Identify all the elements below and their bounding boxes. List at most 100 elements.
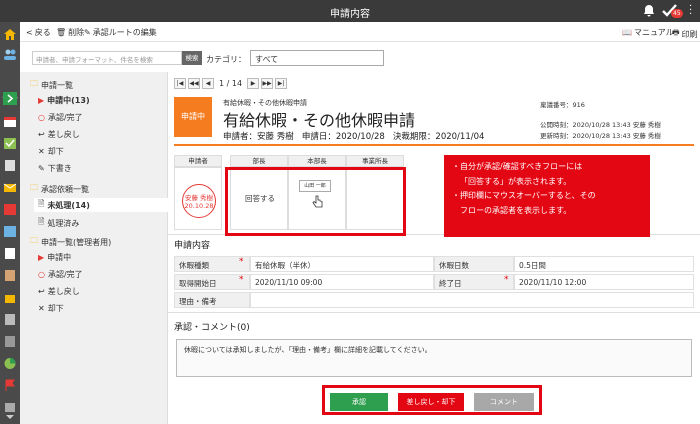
tree-group-admin[interactable]: 🗀 申請一覧(管理者用) bbox=[30, 235, 111, 249]
applicant: 申請者：安藤 秀樹 bbox=[223, 132, 294, 142]
search-button[interactable]: 検索 bbox=[182, 51, 202, 65]
comment-section-title: 承認・コメント(0) bbox=[174, 323, 250, 333]
bell-icon[interactable] bbox=[643, 4, 655, 17]
chart-pie-icon[interactable] bbox=[3, 357, 17, 370]
tree-item-processed[interactable]: 🗎 処理済み bbox=[38, 216, 79, 230]
tree-item-admin-pending[interactable]: ▶ 申請中 bbox=[38, 252, 71, 263]
folder-icon: 🗀 bbox=[30, 79, 38, 88]
printer-icon: 🖶 bbox=[672, 28, 680, 37]
request-detail-panel: |◀ ◀◀ ◀ 1 / 14 ▶ ▶▶ ▶| 申請中 有給休暇・その他休暇申請 … bbox=[168, 70, 700, 424]
stamp-date: 20.10.28 bbox=[184, 202, 214, 210]
files-icon[interactable] bbox=[3, 313, 17, 326]
page-title: 有給休暇・その他休暇申請 bbox=[223, 111, 416, 130]
next-page-button[interactable]: ▶ bbox=[247, 78, 260, 89]
flag-icon[interactable] bbox=[3, 379, 17, 392]
book-icon: 📖 bbox=[622, 28, 632, 37]
x-icon: ✕ bbox=[38, 147, 45, 156]
return-icon: ↩ bbox=[38, 287, 45, 296]
circle-icon: ○ bbox=[38, 270, 45, 279]
tree-item-label: 承認/完了 bbox=[47, 113, 83, 122]
workflow-icon[interactable] bbox=[3, 203, 17, 216]
print-button[interactable]: 🖶 印刷 bbox=[672, 27, 698, 41]
sidebar: 🗀 申請一覧 ▶ 申請中(13) ○ 承認/完了 ↩ 差し戻し ✕ 却下 ✎ 下書き 🗀 承認… bbox=[20, 72, 168, 424]
action-toolbar: < 戻る 🗑 削除 ✎ 承認ルートの編集 📖 マニュアル 🖶 印刷 bbox=[20, 22, 700, 42]
last-page-button[interactable]: ▶| bbox=[275, 78, 288, 89]
field-label: 理由・備考 bbox=[174, 292, 250, 308]
tree-item-unprocessed[interactable]: 🗎 未処理(14) bbox=[34, 198, 168, 212]
field-value: 2020/11/10 09:00 bbox=[250, 274, 434, 290]
route-header: 事業所長 bbox=[346, 155, 404, 167]
tree-item-admin-returned[interactable]: ↩ 差し戻し bbox=[38, 286, 80, 297]
title-divider bbox=[174, 144, 694, 146]
applicant-stamp-cell: 安藤 秀樹 20.10.28 bbox=[174, 167, 222, 230]
people-icon[interactable] bbox=[3, 48, 17, 61]
notes-icon[interactable] bbox=[3, 247, 17, 260]
window-title: 申請内容 bbox=[330, 9, 370, 20]
nav-expand-icon[interactable] bbox=[3, 92, 17, 105]
more-menu-icon[interactable]: · · · bbox=[689, 2, 693, 20]
pager: |◀ ◀◀ ◀ 1 / 14 ▶ ▶▶ ▶| bbox=[174, 78, 288, 89]
document-icon[interactable] bbox=[3, 159, 17, 172]
play-icon: ▶ bbox=[38, 253, 45, 262]
manual-button[interactable]: 📖 マニュアル bbox=[622, 27, 674, 38]
callout-line: フローの承認者を表示します。 bbox=[460, 205, 572, 215]
mail-icon[interactable] bbox=[3, 181, 17, 194]
deadline: 決裁期限：2020/11/04 bbox=[392, 132, 485, 142]
folder-icon: 🗀 bbox=[30, 236, 38, 245]
book-icon[interactable] bbox=[3, 269, 17, 282]
search-input[interactable]: 申請者、申請フォーマット、件名を検索 bbox=[32, 51, 182, 65]
tree-item-approved[interactable]: ○ 承認/完了 bbox=[38, 112, 83, 123]
field-value: 有給休暇（半休） bbox=[250, 256, 434, 272]
trash-icon: 🗑 bbox=[56, 28, 67, 37]
tree-item-label: 差し戻し bbox=[47, 287, 80, 296]
next-ten-button[interactable]: ▶▶ bbox=[261, 78, 274, 89]
tree-item-label: 差し戻し bbox=[47, 130, 80, 139]
category-select[interactable]: すべて bbox=[250, 50, 384, 66]
tree-group-requests[interactable]: 🗀 申請一覧 bbox=[30, 78, 73, 92]
delete-label: 削除 bbox=[68, 28, 85, 37]
inbox-icon: 🗎 bbox=[38, 199, 45, 208]
tree-item-admin-approved[interactable]: ○ 承認/完了 bbox=[38, 269, 83, 280]
comment-textarea[interactable]: 休暇については承知しましたが、「理由・備考」欄に詳細を記載してください。 bbox=[176, 339, 692, 377]
home-icon[interactable] bbox=[3, 28, 17, 41]
tree-group-approvals[interactable]: 🗀 承認依頼一覧 bbox=[30, 182, 89, 196]
tree-item-returned[interactable]: ↩ 差し戻し bbox=[38, 129, 80, 140]
calendar-icon[interactable] bbox=[3, 115, 17, 128]
edit-route-button[interactable]: ✎ 承認ルートの編集 bbox=[84, 27, 157, 38]
route-header: 部長 bbox=[230, 155, 288, 167]
tree-group-label: 申請一覧 bbox=[41, 80, 73, 90]
field-value bbox=[250, 292, 694, 308]
details-section-title: 申請内容 bbox=[174, 241, 211, 251]
list-icon[interactable] bbox=[3, 335, 17, 348]
prev-page-button[interactable]: ◀ bbox=[202, 78, 214, 89]
check-list-icon[interactable] bbox=[3, 137, 17, 150]
chevron-left-icon: < bbox=[26, 28, 33, 37]
print-label: 印刷 bbox=[681, 29, 698, 39]
status-badge: 申請中 bbox=[174, 97, 212, 137]
tree-item-pending[interactable]: ▶ 申請中(13) bbox=[38, 95, 90, 106]
back-button[interactable]: < 戻る bbox=[26, 27, 51, 38]
delete-button[interactable]: 🗑 削除 bbox=[56, 27, 84, 38]
tree-item-label: 却下 bbox=[47, 147, 64, 156]
updated-time: 更新時刻：2020/10/28 13:43 安藤 秀樹 bbox=[540, 132, 661, 140]
inbox-icon: 🗎 bbox=[38, 217, 45, 226]
manual-label: マニュアル bbox=[633, 28, 674, 37]
tree-item-draft[interactable]: ✎ 下書き bbox=[38, 163, 72, 174]
folder-icon: 🗀 bbox=[30, 183, 38, 192]
tree-item-admin-rejected[interactable]: ✕ 却下 bbox=[38, 303, 64, 314]
play-icon: ▶ bbox=[38, 96, 45, 105]
tree-item-rejected[interactable]: ✕ 却下 bbox=[38, 146, 64, 157]
reports-icon[interactable] bbox=[3, 225, 17, 238]
callout-line: ・自分が承認/確認すべきフローには bbox=[452, 162, 583, 171]
basket-icon[interactable] bbox=[3, 291, 17, 304]
first-page-button[interactable]: |◀ bbox=[174, 78, 186, 89]
edit-route-label: 承認ルートの編集 bbox=[92, 28, 157, 37]
annotation-callout: ・自分が承認/確認すべきフローには 「回答する」が表示されます。 ・押印欄にマウ… bbox=[444, 155, 650, 237]
published-time: 公開時刻：2020/10/28 13:43 安藤 秀樹 bbox=[540, 121, 661, 129]
back-label: 戻る bbox=[34, 28, 51, 37]
left-nav-rail: グル bbox=[0, 22, 20, 424]
required-mark: * bbox=[504, 275, 509, 285]
document-number: 稟議番号：916 bbox=[540, 101, 585, 109]
scroll-down-icon[interactable] bbox=[3, 413, 17, 421]
prev-ten-button[interactable]: ◀◀ bbox=[188, 78, 200, 89]
